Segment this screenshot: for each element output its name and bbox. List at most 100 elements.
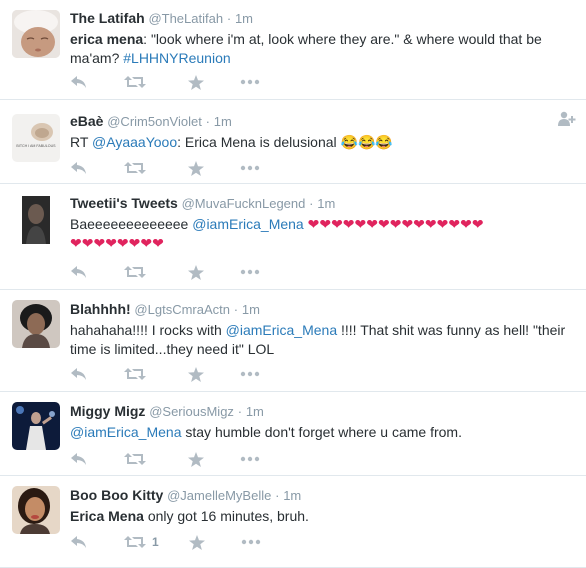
timestamp[interactable]: 1m — [214, 114, 232, 129]
user-handle[interactable]: @TheLatifah — [148, 11, 223, 26]
more-button[interactable] — [240, 371, 260, 377]
more-button[interactable] — [240, 269, 260, 275]
woman-avatar-image — [12, 300, 60, 348]
avatar[interactable] — [12, 196, 60, 244]
more-button[interactable] — [241, 539, 261, 545]
cat-avatar-image: BITCH I AM FABULOUS — [12, 114, 60, 162]
favorite-button[interactable] — [188, 366, 204, 382]
reply-button[interactable] — [70, 535, 88, 549]
retweet-button[interactable] — [124, 452, 152, 466]
avatar[interactable] — [12, 10, 60, 58]
text-segment: Baeeeeeeeeeeeee — [70, 216, 193, 232]
reply-button[interactable] — [70, 452, 88, 466]
retweet-icon — [124, 453, 146, 465]
retweet-button[interactable] — [124, 367, 152, 381]
tweet-text: Erica Mena only got 16 minutes, bruh. — [70, 507, 576, 526]
text-segment: hahahaha!!!! I rocks with — [70, 322, 226, 338]
timestamp[interactable]: 1m — [283, 488, 301, 503]
retweet-button[interactable] — [124, 161, 152, 175]
mention-link[interactable]: @iamErica_Mena — [192, 216, 303, 232]
retweet-button[interactable]: 1 — [124, 535, 159, 549]
favorite-button[interactable] — [188, 160, 204, 176]
tweet-item[interactable]: The Latifah @TheLatifah · 1m erica mena:… — [0, 0, 586, 100]
more-button[interactable] — [240, 456, 260, 462]
timestamp[interactable]: 1m — [242, 302, 260, 317]
tweet-actions — [70, 364, 296, 384]
timestamp[interactable]: 1m — [246, 404, 264, 419]
avatar[interactable] — [12, 300, 60, 348]
favorite-button[interactable] — [188, 534, 205, 550]
avatar[interactable] — [12, 486, 60, 534]
tweet-item[interactable]: BITCH I AM FABULOUS eBaè @Crim5onViolet … — [0, 100, 586, 184]
reply-icon — [71, 266, 86, 278]
user-handle[interactable]: @LgtsCmraActn — [134, 302, 230, 317]
mention-link[interactable]: @iamErica_Mena — [70, 424, 181, 440]
user-name[interactable]: eBaè — [70, 113, 103, 129]
favorite-button[interactable] — [188, 74, 204, 90]
retweet-button[interactable] — [124, 265, 152, 279]
tweet-item[interactable]: Blahhhh! @LgtsCmraActn · 1m hahahaha!!!!… — [0, 290, 586, 392]
user-handle[interactable]: @Crim5onViolet — [107, 114, 202, 129]
reply-button[interactable] — [70, 161, 88, 175]
text-segment: only got 16 minutes, bruh. — [143, 508, 309, 524]
mention-link[interactable]: @iamErica_Mena — [226, 322, 337, 338]
tweet-actions — [70, 72, 296, 92]
tweet-item[interactable]: Miggy Migz @SeriousMigz · 1m @iamErica_M… — [0, 392, 586, 476]
separator: · — [237, 404, 243, 419]
user-handle[interactable]: @SeriousMigz — [149, 404, 234, 419]
timestamp[interactable]: 1m — [317, 196, 335, 211]
more-icon — [240, 456, 260, 462]
tweet-header: Miggy Migz @SeriousMigz · 1m — [70, 402, 576, 421]
hearts-emoji: ❤❤❤❤❤❤❤❤ — [70, 235, 164, 251]
tweet-text: erica mena: "look where i'm at, look whe… — [70, 30, 576, 68]
tweet-header: The Latifah @TheLatifah · 1m — [70, 9, 576, 28]
separator: · — [275, 488, 280, 503]
tweet-text: RT @AyaaaYooo: Erica Mena is delusional … — [70, 133, 576, 152]
reply-icon — [71, 536, 86, 548]
separator: · — [309, 196, 314, 211]
reply-button[interactable] — [70, 265, 88, 279]
bold-text: erica mena — [70, 31, 144, 47]
tweet-item[interactable]: Tweetii's Tweets @MuvaFucknLegend · 1m B… — [0, 184, 586, 290]
favorite-button[interactable] — [188, 264, 204, 280]
timestamp[interactable]: 1m — [235, 11, 253, 26]
retweet-icon — [124, 162, 146, 174]
favorite-button[interactable] — [188, 451, 204, 467]
mention-link[interactable]: @AyaaaYooo — [92, 134, 177, 150]
tweet-item[interactable]: Boo Boo Kitty @JamelleMyBelle · 1m Erica… — [0, 476, 586, 568]
avatar-caption: BITCH I AM FABULOUS — [16, 144, 56, 148]
person-avatar-image — [12, 196, 60, 244]
more-icon — [240, 79, 260, 85]
user-name[interactable]: Miggy Migz — [70, 403, 145, 419]
user-name[interactable]: Tweetii's Tweets — [70, 195, 178, 211]
user-handle[interactable]: @MuvaFucknLegend — [182, 196, 306, 211]
tweet-text: @iamErica_Mena stay humble don't forget … — [70, 423, 576, 442]
tweet-actions — [70, 262, 296, 282]
user-name[interactable]: Blahhhh! — [70, 301, 131, 317]
user-name[interactable]: Boo Boo Kitty — [70, 487, 163, 503]
star-icon — [188, 74, 204, 90]
avatar[interactable] — [12, 402, 60, 450]
reply-icon — [71, 162, 86, 174]
tweet-actions — [70, 158, 296, 178]
reply-button[interactable] — [70, 367, 88, 381]
hashtag-link[interactable]: #LHHNYReunion — [123, 50, 230, 66]
tweet-actions — [70, 449, 296, 469]
reply-button[interactable] — [70, 75, 88, 89]
reply-icon — [71, 76, 86, 88]
star-icon — [188, 366, 204, 382]
separator: · — [233, 302, 239, 317]
separator: · — [226, 11, 232, 26]
user-name[interactable]: The Latifah — [70, 10, 145, 26]
retweet-icon — [124, 76, 146, 88]
avatar[interactable]: BITCH I AM FABULOUS — [12, 114, 60, 162]
baby-avatar-image — [12, 10, 60, 58]
more-button[interactable] — [240, 79, 260, 85]
tweet-actions: 1 — [70, 532, 297, 552]
retweet-button[interactable] — [124, 75, 152, 89]
retweet-icon — [124, 536, 146, 548]
bold-text: Erica Mena — [70, 508, 144, 524]
user-handle[interactable]: @JamelleMyBelle — [167, 488, 271, 503]
more-button[interactable] — [240, 165, 260, 171]
tweet-text: Baeeeeeeeeeeeee @iamErica_Mena ❤❤❤❤❤❤❤❤❤… — [70, 215, 576, 253]
